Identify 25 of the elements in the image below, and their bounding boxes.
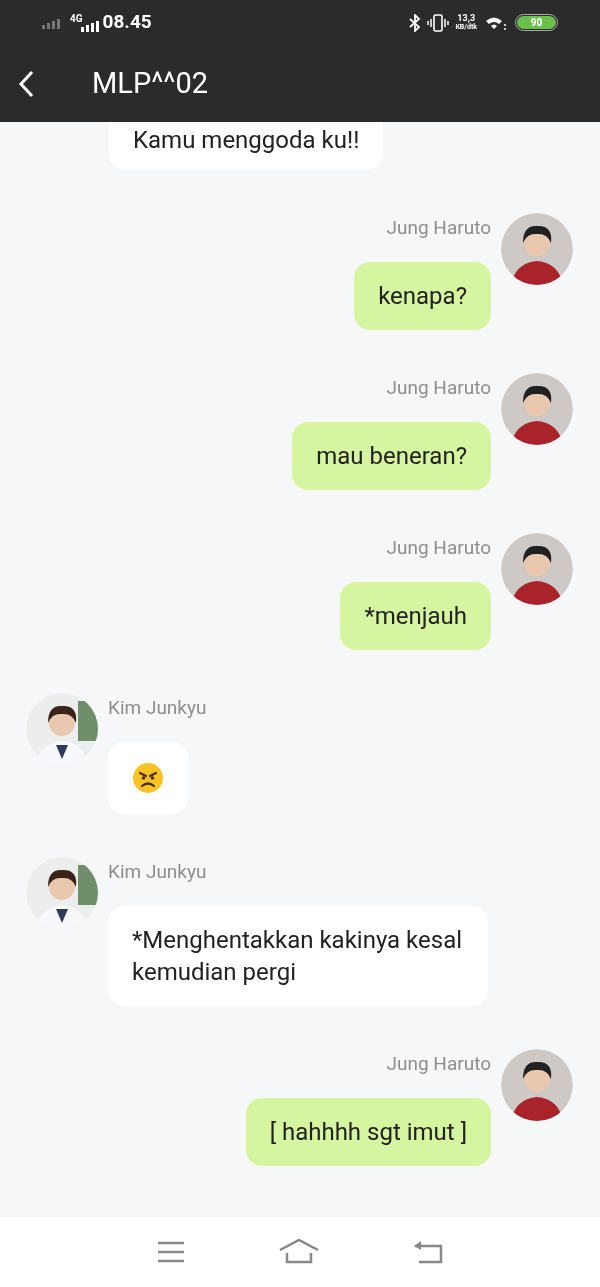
network-type: 4G	[70, 12, 83, 26]
message-bubble: [ hahhhh sgt imut ]	[245, 1098, 491, 1166]
bluetooth-icon	[409, 13, 422, 32]
signal-icon	[80, 19, 99, 32]
battery-icon: 90	[515, 14, 558, 31]
sender-name: Jung Haruto	[386, 375, 491, 401]
sender-name: Jung Haruto	[386, 215, 491, 241]
sender-name: Kim Junkyu	[108, 859, 207, 885]
clock: 08.45	[102, 9, 152, 36]
back-icon[interactable]	[413, 1240, 443, 1264]
speed-value: 13,3	[457, 13, 476, 23]
home-icon[interactable]	[279, 1239, 319, 1265]
sender-name: Jung Haruto	[386, 535, 491, 561]
sender-name: Kim Junkyu	[108, 695, 207, 721]
menu-icon[interactable]	[157, 1241, 185, 1263]
message-bubble: Kamu menggoda ku!!	[109, 122, 384, 170]
chat-title: MLP^^02	[92, 64, 209, 102]
signal-icon	[42, 16, 62, 29]
message-bubble: kenapa?	[354, 262, 491, 330]
vibrate-icon	[427, 13, 450, 32]
sender-name: Jung Haruto	[386, 1051, 491, 1077]
message-bubble: *Menghentakkan kakinya kesal kemudian pergi	[108, 906, 488, 1006]
message-bubble: mau beneran?	[292, 422, 491, 490]
message-bubble: *menjauh	[340, 582, 491, 650]
angry-face-icon	[132, 762, 164, 794]
